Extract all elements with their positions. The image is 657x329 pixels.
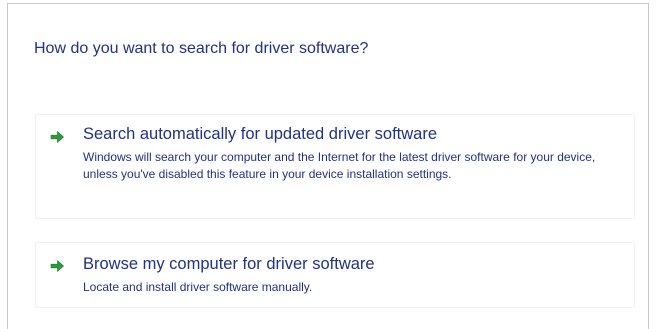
green-arrow-icon xyxy=(50,130,64,144)
option-description: Windows will search your computer and th… xyxy=(83,150,596,181)
green-arrow-icon xyxy=(50,259,64,273)
search-automatically-option[interactable]: Search automatically for updated driver … xyxy=(35,114,635,219)
browse-computer-option[interactable]: Browse my computer for driver software L… xyxy=(35,242,635,308)
driver-search-dialog: How do you want to search for driver sof… xyxy=(7,3,649,329)
option-description: Locate and install driver software manua… xyxy=(83,280,313,294)
option-title: Browse my computer for driver software xyxy=(83,255,375,273)
option-title: Search automatically for updated driver … xyxy=(83,125,438,143)
dialog-heading: How do you want to search for driver sof… xyxy=(34,40,369,57)
